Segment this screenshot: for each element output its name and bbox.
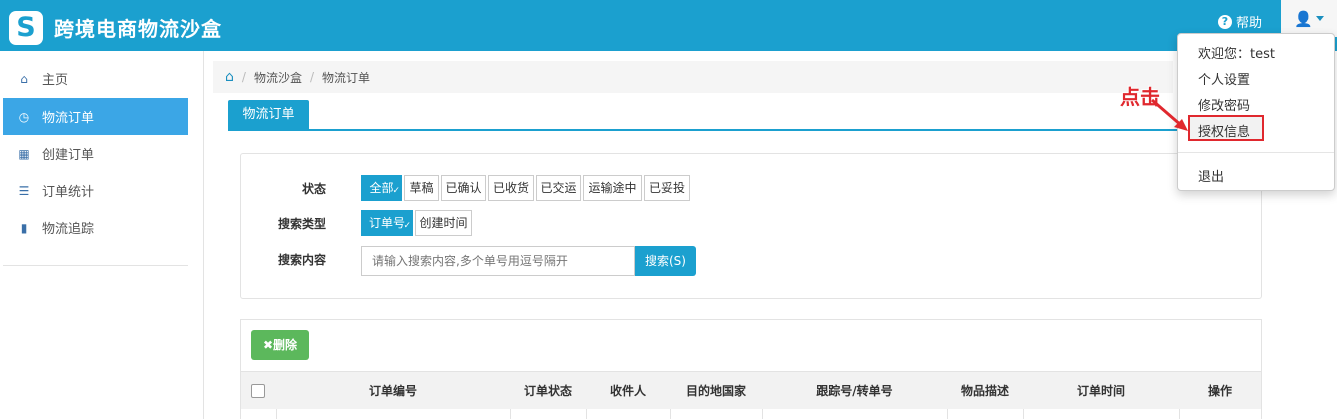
col-order-time: 订单时间 <box>1076 384 1125 398</box>
status-option-draft[interactable]: 草稿 <box>404 175 439 201</box>
col-order-no: 订单编号 <box>368 384 417 398</box>
col-recipient: 收件人 <box>609 384 646 398</box>
search-type-order-no[interactable]: 订单号 <box>361 210 413 238</box>
tab-underline <box>228 129 1261 131</box>
table-header: 订单编号 订单状态 收件人 目的地国家 跟踪号/转单号 物品描述 订单时间 操作 <box>241 371 1261 409</box>
col-item-desc: 物品描述 <box>960 384 1009 398</box>
sidebar-item-tracking[interactable]: ▮ 物流追踪 <box>3 209 188 246</box>
sidebar-item-label: 物流追踪 <box>42 222 95 237</box>
grid-icon: ▦ <box>18 146 30 161</box>
help-link[interactable]: ? 帮助 <box>1218 12 1262 31</box>
menu-divider <box>1178 152 1334 153</box>
user-icon: 👤 <box>1294 9 1313 28</box>
status-option-confirmed[interactable]: 已确认 <box>441 175 486 201</box>
search-type-label: 搜索类型 <box>277 217 326 231</box>
delete-button[interactable]: ✖删除 <box>251 330 309 360</box>
help-label: 帮助 <box>1236 16 1263 31</box>
caret-down-icon <box>1315 16 1324 21</box>
annotation-arrow-icon <box>1151 98 1188 131</box>
col-destination: 目的地国家 <box>685 384 746 398</box>
menu-item-logout[interactable]: 退出 <box>1198 166 1224 185</box>
sidebar-item-label: 主页 <box>42 73 69 88</box>
col-tracking-no: 跟踪号/转单号 <box>816 384 893 398</box>
clock-icon: ◷ <box>18 109 30 124</box>
col-order-status: 订单状态 <box>523 384 572 398</box>
tab-logistics-orders[interactable]: 物流订单 <box>228 100 309 130</box>
search-content-label: 搜索内容 <box>277 253 326 267</box>
top-navbar: S 跨境电商物流沙盒 ? 帮助 👤 <box>0 0 1337 51</box>
search-type-created-time[interactable]: 创建时间 <box>415 210 472 236</box>
home-icon: ⌂ <box>20 71 28 86</box>
sidebar-item-label: 创建订单 <box>42 148 95 163</box>
user-dropdown-menu: 欢迎您：test 个人设置 修改密码 退出 <box>1177 33 1335 191</box>
breadcrumb-item[interactable]: 物流沙盒 <box>254 69 302 86</box>
status-option-all[interactable]: 全部 <box>361 175 402 203</box>
status-option-delivered[interactable]: 已妥投 <box>644 175 690 201</box>
menu-item-welcome: 欢迎您：test <box>1198 47 1275 62</box>
status-option-in-transit[interactable]: 运输途中 <box>583 175 642 201</box>
sidebar-item-order-stats[interactable]: ☰ 订单统计 <box>3 172 188 209</box>
menu-item-change-password[interactable]: 修改密码 <box>1198 95 1250 114</box>
col-actions: 操作 <box>1207 384 1232 398</box>
logo-icon: S <box>9 11 43 45</box>
menu-item-authorization-info[interactable]: 授权信息 <box>1188 115 1264 141</box>
menu-item-label: 授权信息 <box>1198 125 1251 140</box>
table-row <box>241 409 1261 419</box>
question-icon: ? <box>1218 14 1232 29</box>
home-icon[interactable]: ⌂ <box>225 69 234 85</box>
sidebar-item-label: 物流订单 <box>42 111 95 126</box>
user-menu-button[interactable]: 👤 <box>1281 0 1337 37</box>
status-option-shipped[interactable]: 已交运 <box>536 175 581 201</box>
search-button[interactable]: 搜索(S) <box>635 246 696 276</box>
sidebar-item-logistics-orders[interactable]: ◷ 物流订单 <box>3 98 188 135</box>
menu-item-personal-settings[interactable]: 个人设置 <box>1198 69 1250 88</box>
bar-chart-icon: ▮ <box>20 220 28 235</box>
breadcrumb-item: 物流订单 <box>322 70 371 85</box>
sidebar-divider <box>3 265 188 266</box>
sidebar-item-home[interactable]: ⌂ 主页 <box>3 60 188 97</box>
breadcrumb: ⌂ / 物流沙盒 / 物流订单 <box>213 61 1173 93</box>
list-icon: ☰ <box>18 183 30 198</box>
search-input[interactable] <box>361 246 635 276</box>
sidebar-item-create-order[interactable]: ▦ 创建订单 <box>3 135 188 172</box>
status-option-received[interactable]: 已收货 <box>488 175 534 201</box>
status-label: 状态 <box>301 182 326 196</box>
sidebar: ⌂ 主页 ◷ 物流订单 ▦ 创建订单 ☰ 订单统计 ▮ 物流追踪 <box>0 51 204 419</box>
app-title: 跨境电商物流沙盒 <box>54 17 222 41</box>
sidebar-item-label: 订单统计 <box>42 185 95 200</box>
select-all-checkbox[interactable] <box>251 384 265 398</box>
